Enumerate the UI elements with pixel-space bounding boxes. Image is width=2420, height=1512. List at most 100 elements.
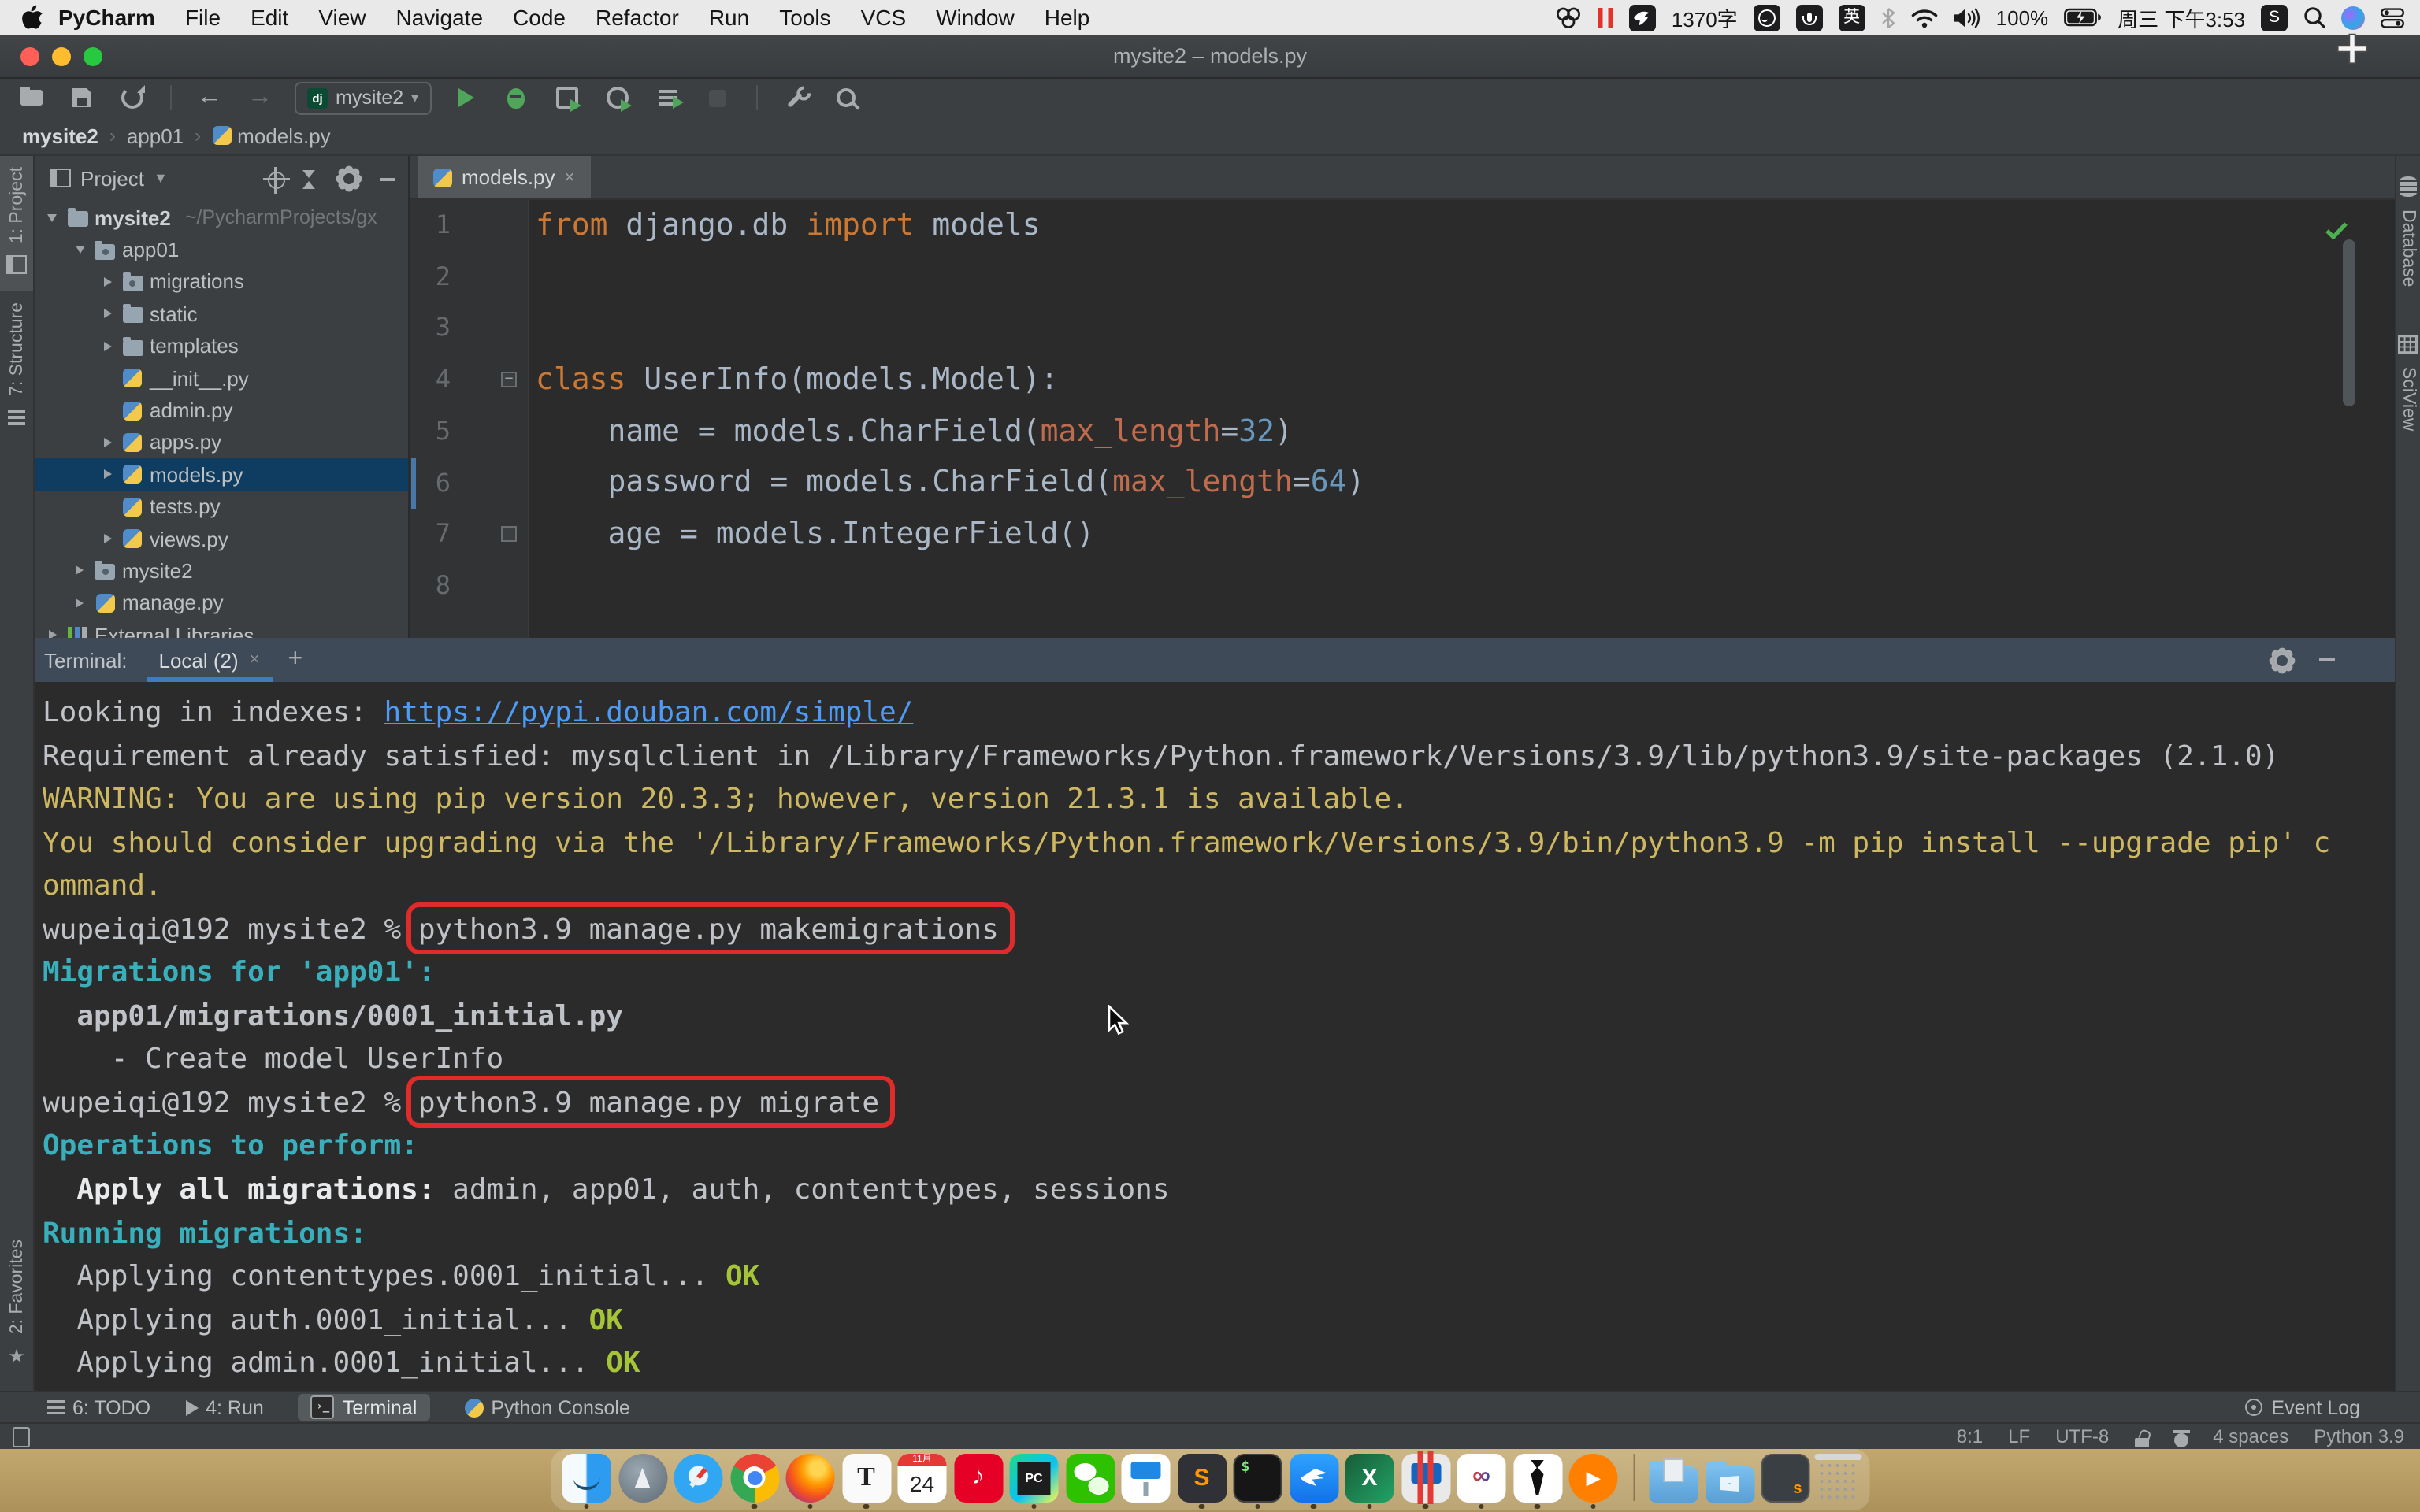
menu-tools[interactable]: Tools [779, 5, 830, 30]
menu-file[interactable]: File [185, 5, 221, 30]
tool-window-button--structure[interactable]: 7: Structure [0, 291, 33, 443]
run-icon[interactable] [450, 82, 481, 113]
tree-item-external-libraries[interactable]: External Libraries [35, 619, 408, 638]
tree-collapse-arrow-icon[interactable] [72, 246, 87, 254]
dock-folder-downloads[interactable] [1650, 1453, 1698, 1510]
battery-icon[interactable] [2064, 8, 2102, 27]
locate-icon[interactable] [268, 166, 285, 190]
dock-finder[interactable] [562, 1453, 611, 1510]
dock-calendar[interactable]: 11月24 [898, 1453, 947, 1510]
menu-navigate[interactable]: Navigate [396, 5, 484, 30]
editor-tab-models-py[interactable]: models.py × [418, 156, 590, 198]
tree-item-tests.py[interactable]: tests.py [35, 491, 408, 523]
tool-window-tab-6-todo[interactable]: 6: TODO [47, 1396, 150, 1418]
dictation-mic-icon[interactable] [1796, 4, 1823, 31]
inspection-profile-icon[interactable] [2173, 1425, 2188, 1447]
forward-icon[interactable]: → [244, 82, 276, 113]
settings-icon[interactable] [2267, 645, 2297, 675]
dock-dingtalk[interactable] [1290, 1453, 1338, 1510]
volume-icon[interactable] [1954, 7, 1980, 28]
tree-item-migrations[interactable]: migrations [35, 266, 408, 298]
profile-icon[interactable] [601, 82, 633, 113]
tool-window-button-sciview[interactable]: SciView [2396, 320, 2420, 442]
unlock-icon[interactable] [2134, 1425, 2148, 1447]
save-icon[interactable] [66, 82, 98, 113]
tool-window-tab-terminal[interactable]: ›_Terminal [299, 1394, 430, 1421]
chevron-down-icon[interactable]: ▼ [154, 170, 168, 186]
code-editor[interactable]: 1234−5678 from django.db import modelscl… [410, 200, 2395, 638]
terminal-link[interactable]: https://pypi.douban.com/simple/ [384, 696, 914, 729]
dock-excel[interactable]: X [1345, 1453, 1394, 1510]
new-terminal-tab-button[interactable]: + [288, 646, 303, 674]
dock-netease-music[interactable]: ♪ [954, 1453, 1003, 1510]
sync-icon[interactable] [117, 82, 148, 113]
dock-firefox[interactable] [786, 1453, 835, 1510]
word-count[interactable]: 1370字 [1672, 2, 1738, 32]
dock-folder-windows[interactable] [1706, 1453, 1754, 1510]
tree-item-mysite2[interactable]: mysite2 [35, 555, 408, 587]
status-caret-position[interactable]: 8:1 [1957, 1425, 1983, 1447]
control-center-icon[interactable] [2381, 7, 2404, 28]
breadcrumb-mysite2[interactable]: mysite2 [22, 124, 98, 147]
menu-run[interactable]: Run [709, 5, 749, 30]
stop-icon[interactable] [702, 82, 733, 113]
status-line-separator[interactable]: LF [2008, 1425, 2030, 1447]
hide-icon[interactable] [2319, 646, 2335, 674]
run-config-selector[interactable]: djmysite2▾ [295, 81, 431, 114]
debug-icon[interactable] [500, 82, 532, 113]
menu-window[interactable]: Window [936, 5, 1015, 30]
coverage-icon[interactable] [551, 82, 582, 113]
siri-icon[interactable] [2341, 6, 2365, 29]
tree-item-__init__.py[interactable]: __init__.py [35, 362, 408, 395]
tree-item-admin.py[interactable]: admin.py [35, 395, 408, 427]
tree-item-templates[interactable]: templates [35, 330, 408, 362]
dock-parallels[interactable] [1401, 1453, 1450, 1510]
battery-percent[interactable]: 100% [1996, 6, 2049, 29]
menu-code[interactable]: Code [513, 5, 566, 30]
dock-tv-app[interactable]: ▶ [1569, 1453, 1618, 1510]
tree-item-app01[interactable]: app01 [35, 234, 408, 266]
fold-marker-icon[interactable]: − [501, 372, 517, 387]
tree-expand-arrow-icon[interactable] [99, 534, 115, 543]
status-file-encoding[interactable]: UTF-8 [2055, 1425, 2109, 1447]
open-icon[interactable] [16, 82, 47, 113]
settings-wrench-icon[interactable] [779, 82, 811, 113]
tree-expand-arrow-icon[interactable] [72, 566, 87, 576]
breadcrumb-models.py[interactable]: models.py [212, 124, 331, 147]
status-indent-size[interactable]: 4 spaces [2213, 1425, 2288, 1447]
spotlight-icon[interactable] [2303, 6, 2325, 28]
terminal-panel[interactable]: Looking in indexes: https://pypi.douban.… [35, 682, 2395, 1391]
dock-sublime-text[interactable]: S [1178, 1453, 1227, 1510]
editor-code[interactable]: from django.db import modelsclass UserIn… [536, 200, 1364, 612]
dock-knot-app[interactable]: ∞ [1457, 1453, 1506, 1510]
tool-window-tab-python-console[interactable]: Python Console [464, 1396, 630, 1418]
close-icon[interactable]: × [565, 168, 575, 187]
search-everywhere-icon[interactable] [830, 82, 861, 113]
terminal-tab-local[interactable]: Local (2) × [153, 638, 266, 682]
wifi-icon[interactable] [1911, 7, 1938, 28]
menu-edit[interactable]: Edit [251, 5, 288, 30]
tool-window-tab-4-run[interactable]: 4: Run [185, 1396, 264, 1418]
project-panel-title[interactable]: Project [80, 166, 144, 190]
collapse-all-icon[interactable] [301, 166, 318, 190]
tool-window-button-database[interactable]: Database [2396, 162, 2420, 298]
screen-record-pause-icon[interactable] [1598, 7, 1613, 28]
tree-expand-arrow-icon[interactable] [99, 309, 115, 319]
editor-scrollbar[interactable] [2343, 239, 2355, 406]
dock-typora[interactable]: T [842, 1453, 891, 1510]
settings-icon[interactable] [334, 163, 364, 193]
tree-expand-arrow-icon[interactable] [44, 631, 60, 638]
back-icon[interactable]: ← [194, 82, 225, 113]
menu-view[interactable]: View [318, 5, 366, 30]
bluetooth-icon[interactable] [1881, 7, 1895, 28]
run-configs-icon[interactable] [651, 82, 683, 113]
tree-expand-arrow-icon[interactable] [99, 470, 115, 480]
dingtalk-menubar-icon[interactable] [1629, 4, 1656, 31]
apple-icon[interactable] [22, 5, 43, 30]
tree-item-static[interactable]: static [35, 298, 408, 330]
tree-expand-arrow-icon[interactable] [99, 277, 115, 287]
event-log-button[interactable]: Event Log [2244, 1396, 2360, 1418]
dock-pycharm[interactable]: PC [1010, 1453, 1059, 1510]
tree-item-views.py[interactable]: views.py [35, 523, 408, 555]
fold-marker-icon[interactable] [501, 526, 517, 542]
